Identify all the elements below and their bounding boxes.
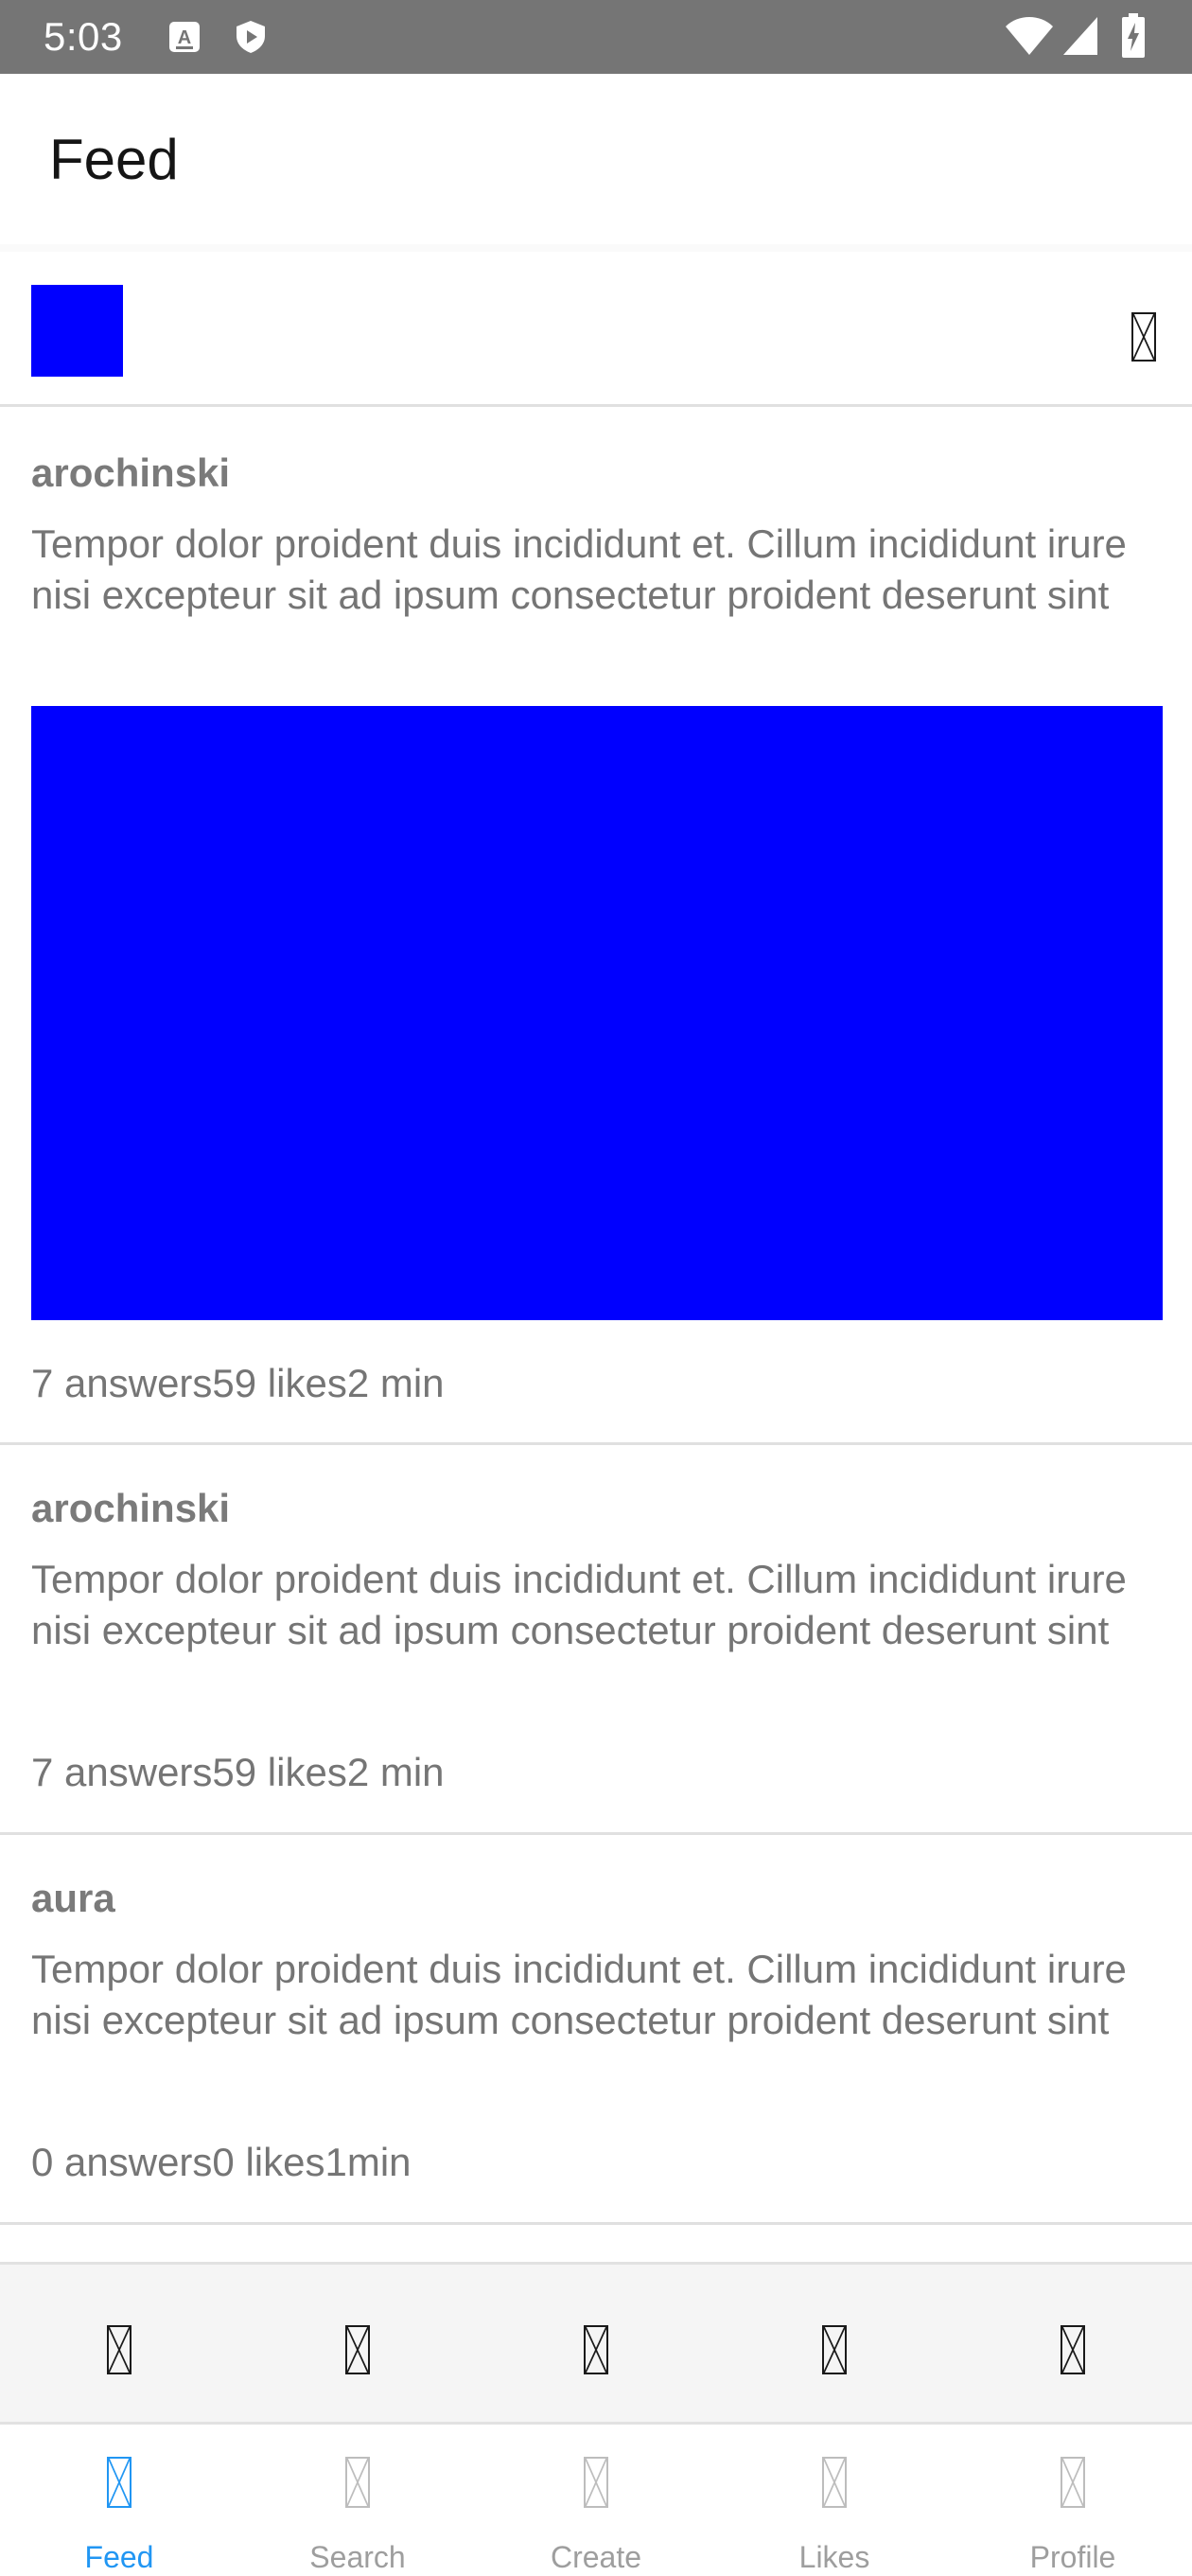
nav-item-likes[interactable]: Likes bbox=[715, 2425, 954, 2574]
nav-label: Create bbox=[550, 2540, 642, 2574]
icon-row-cell[interactable] bbox=[954, 2265, 1192, 2422]
play-protect-icon bbox=[233, 19, 269, 55]
page-title: Feed bbox=[49, 128, 179, 191]
icon-row-cell[interactable] bbox=[477, 2265, 715, 2422]
post-author[interactable]: arochinski bbox=[31, 1485, 230, 1532]
svg-text:A: A bbox=[178, 27, 191, 48]
wifi-icon bbox=[1005, 15, 1054, 57]
status-time: 5:03 bbox=[44, 14, 123, 59]
missing-glyph-icon[interactable] bbox=[1061, 2325, 1085, 2374]
missing-glyph-icon[interactable] bbox=[584, 2325, 608, 2374]
post-body: Tempor dolor proident duis incididunt et… bbox=[31, 521, 1127, 617]
app-bar: Feed bbox=[0, 74, 1192, 244]
nav-search-icon bbox=[345, 2457, 370, 2508]
missing-glyph-icon[interactable] bbox=[822, 2325, 847, 2374]
nav-item-create[interactable]: Create bbox=[477, 2425, 715, 2574]
nav-item-profile[interactable]: Profile bbox=[954, 2425, 1192, 2574]
nav-profile-icon bbox=[1061, 2457, 1085, 2508]
status-bar: 5:03 A bbox=[0, 0, 1192, 74]
icon-row-cell[interactable] bbox=[238, 2265, 477, 2422]
nav-likes-icon bbox=[822, 2457, 847, 2508]
post-author[interactable]: arochinski bbox=[31, 450, 230, 497]
post-body: Tempor dolor proident duis incididunt et… bbox=[31, 1557, 1127, 1652]
nav-label: Search bbox=[309, 2540, 406, 2574]
post-card[interactable]: arochinski Tempor dolor proident duis in… bbox=[0, 1445, 1192, 1835]
post-meta: 0 answers0 likes1min bbox=[31, 2140, 412, 2184]
missing-glyph-icon[interactable] bbox=[345, 2325, 370, 2374]
header-action-icon[interactable] bbox=[1131, 312, 1156, 362]
post-body: Tempor dolor proident duis incididunt et… bbox=[31, 1947, 1127, 2042]
nav-create-icon bbox=[584, 2457, 608, 2508]
nav-item-feed[interactable]: Feed bbox=[0, 2425, 238, 2574]
post-author[interactable]: aura bbox=[31, 1875, 115, 1922]
post-card[interactable]: arochinski Tempor dolor proident duis in… bbox=[0, 407, 1192, 1445]
accessibility-a-icon: A bbox=[167, 19, 202, 55]
feed-header bbox=[0, 244, 1192, 407]
post-card[interactable]: aura Tempor dolor proident duis incididu… bbox=[0, 1835, 1192, 2225]
bottom-nav: Feed Search Create Likes Profile bbox=[0, 2425, 1192, 2574]
action-icon-row bbox=[0, 2262, 1192, 2425]
header-logo bbox=[31, 285, 123, 377]
nav-label: Feed bbox=[84, 2540, 154, 2574]
post-meta: 7 answers59 likes2 min bbox=[31, 1361, 445, 1405]
icon-row-cell[interactable] bbox=[715, 2265, 954, 2422]
nav-label: Profile bbox=[1029, 2540, 1116, 2574]
nav-item-search[interactable]: Search bbox=[238, 2425, 477, 2574]
missing-glyph-icon[interactable] bbox=[107, 2325, 131, 2374]
battery-charging-icon bbox=[1120, 13, 1147, 59]
nav-label: Likes bbox=[798, 2540, 870, 2574]
cell-signal-icon bbox=[1061, 15, 1099, 57]
post-image[interactable] bbox=[31, 706, 1163, 1320]
nav-feed-icon bbox=[107, 2457, 131, 2508]
icon-row-cell[interactable] bbox=[0, 2265, 238, 2422]
post-meta: 7 answers59 likes2 min bbox=[31, 1750, 445, 1794]
